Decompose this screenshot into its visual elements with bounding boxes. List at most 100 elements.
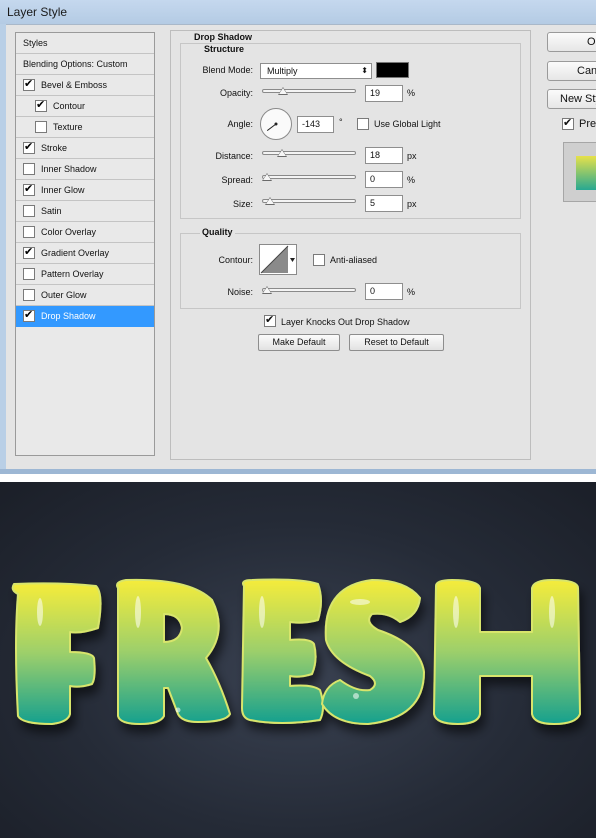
size-label: Size: [232, 199, 253, 209]
distance-slider-thumb[interactable] [277, 149, 287, 157]
style-item-label: Outer Glow [41, 290, 87, 300]
checkmark-icon: ✔ [265, 314, 275, 326]
style-item-checkbox[interactable] [35, 121, 47, 133]
ok-button[interactable]: OK [547, 32, 596, 52]
style-item-label: Satin [41, 206, 62, 216]
use-global-light-checkbox[interactable] [357, 118, 369, 130]
style-item-drop-shadow[interactable]: ✔ Drop Shadow [16, 306, 154, 327]
cancel-button[interactable]: Cancel [547, 61, 596, 81]
style-item-blending-options-custom[interactable]: Blending Options: Custom [16, 54, 154, 75]
spread-label: Spread: [221, 175, 253, 185]
letter-s [321, 579, 425, 725]
anti-aliased-label: Anti-aliased [330, 255, 378, 265]
shadow-color-swatch[interactable] [376, 62, 409, 78]
style-item-checkbox[interactable]: ✔ [35, 99, 47, 112]
style-item-texture[interactable]: Texture [16, 117, 154, 138]
noise-label: Noise: [227, 287, 253, 297]
size-slider[interactable] [262, 197, 356, 205]
style-item-checkbox[interactable]: ✔ [23, 183, 35, 196]
opacity-slider[interactable] [262, 87, 356, 95]
preview-swatch [576, 156, 596, 190]
noise-slider[interactable] [262, 286, 356, 294]
contour-picker[interactable] [259, 244, 297, 275]
style-item-checkbox[interactable]: ✔ [23, 78, 35, 91]
style-item-color-overlay[interactable]: Color Overlay [16, 222, 154, 243]
style-item-checkbox[interactable]: ✔ [23, 246, 35, 259]
style-item-checkbox[interactable]: ✔ [23, 141, 35, 154]
style-item-checkbox[interactable] [23, 289, 35, 301]
style-item-bevel-emboss[interactable]: ✔ Bevel & Emboss [16, 75, 154, 96]
checkmark-icon: ✔ [563, 117, 573, 129]
dialog-title: Layer Style [7, 5, 68, 19]
style-item-label: Stroke [41, 143, 68, 153]
style-item-label: Styles [23, 38, 48, 48]
checkmark-icon: ✔ [24, 78, 34, 90]
opacity-input[interactable]: 19 [365, 85, 403, 102]
angle-dial[interactable] [260, 108, 292, 140]
preview-checkbox[interactable]: ✔ [562, 117, 574, 130]
distance-unit: px [407, 151, 417, 161]
anti-aliased-checkbox[interactable] [313, 254, 325, 266]
preview-label: Preview [579, 118, 596, 130]
reset-to-default-button[interactable]: Reset to Default [349, 334, 444, 351]
checkmark-icon: ✔ [24, 246, 34, 258]
angle-unit: ° [339, 117, 343, 127]
style-item-satin[interactable]: Satin [16, 201, 154, 222]
opacity-unit: % [407, 88, 416, 98]
noise-unit: % [407, 287, 416, 297]
angle-input[interactable]: -143 [297, 116, 334, 133]
style-item-contour[interactable]: ✔ Contour [16, 96, 154, 117]
blend-mode-select[interactable]: Multiply ⬍ [260, 63, 372, 79]
layer-knocks-out-checkbox[interactable]: ✔ [264, 314, 276, 327]
opacity-label: Opacity: [219, 88, 253, 98]
letter-r [116, 578, 231, 725]
size-unit: px [407, 199, 417, 209]
noise-input[interactable]: 0 [365, 283, 403, 300]
style-item-label: Blending Options: Custom [23, 59, 128, 69]
spread-unit: % [407, 175, 416, 185]
updown-arrow-icon: ⬍ [361, 66, 368, 75]
checkmark-icon: ✔ [36, 99, 46, 111]
distance-slider[interactable] [262, 149, 356, 157]
style-item-checkbox[interactable]: ✔ [23, 309, 35, 322]
checkmark-icon: ✔ [24, 183, 34, 195]
drop-shadow-panel: Drop Shadow Structure Blend Mode: Multip… [170, 30, 531, 460]
spread-slider-thumb[interactable] [262, 173, 272, 181]
checkmark-icon: ✔ [24, 141, 34, 153]
style-item-gradient-overlay[interactable]: ✔ Gradient Overlay [16, 243, 154, 264]
style-item-checkbox[interactable] [23, 268, 35, 280]
new-style-button-label: New Style... [560, 93, 596, 105]
style-item-pattern-overlay[interactable]: Pattern Overlay [16, 264, 154, 285]
style-item-inner-shadow[interactable]: Inner Shadow [16, 159, 154, 180]
layer-knocks-out-label: Layer Knocks Out Drop Shadow [281, 317, 410, 327]
new-style-button[interactable]: New Style... [547, 89, 596, 109]
size-input[interactable]: 5 [365, 195, 403, 212]
section-title: Drop Shadow [192, 32, 254, 42]
size-slider-thumb[interactable] [265, 197, 275, 205]
style-item-label: Drop Shadow [41, 311, 96, 321]
fresh-text-canvas [11, 578, 581, 725]
style-item-inner-glow[interactable]: ✔ Inner Glow [16, 180, 154, 201]
use-global-light-label: Use Global Light [374, 119, 441, 129]
contour-curve-icon [260, 245, 295, 274]
fresh-letters [11, 578, 581, 725]
style-item-label: Inner Shadow [41, 164, 97, 174]
angle-label: Angle: [227, 119, 253, 129]
blend-mode-label: Blend Mode: [202, 65, 253, 75]
style-item-checkbox[interactable] [23, 163, 35, 175]
contour-label: Contour: [218, 255, 253, 265]
spread-slider[interactable] [262, 173, 356, 181]
style-item-checkbox[interactable] [23, 205, 35, 217]
distance-input[interactable]: 18 [365, 147, 403, 164]
make-default-button[interactable]: Make Default [258, 334, 340, 351]
spread-input[interactable]: 0 [365, 171, 403, 188]
image-gap [0, 474, 596, 482]
style-item-stroke[interactable]: ✔ Stroke [16, 138, 154, 159]
noise-slider-thumb[interactable] [262, 286, 272, 294]
opacity-slider-thumb[interactable] [278, 87, 288, 95]
style-item-outer-glow[interactable]: Outer Glow [16, 285, 154, 306]
style-item-label: Texture [53, 122, 83, 132]
blend-mode-value: Multiply [267, 66, 298, 76]
style-item-checkbox[interactable] [23, 226, 35, 238]
style-item-styles[interactable]: Styles [16, 33, 154, 54]
